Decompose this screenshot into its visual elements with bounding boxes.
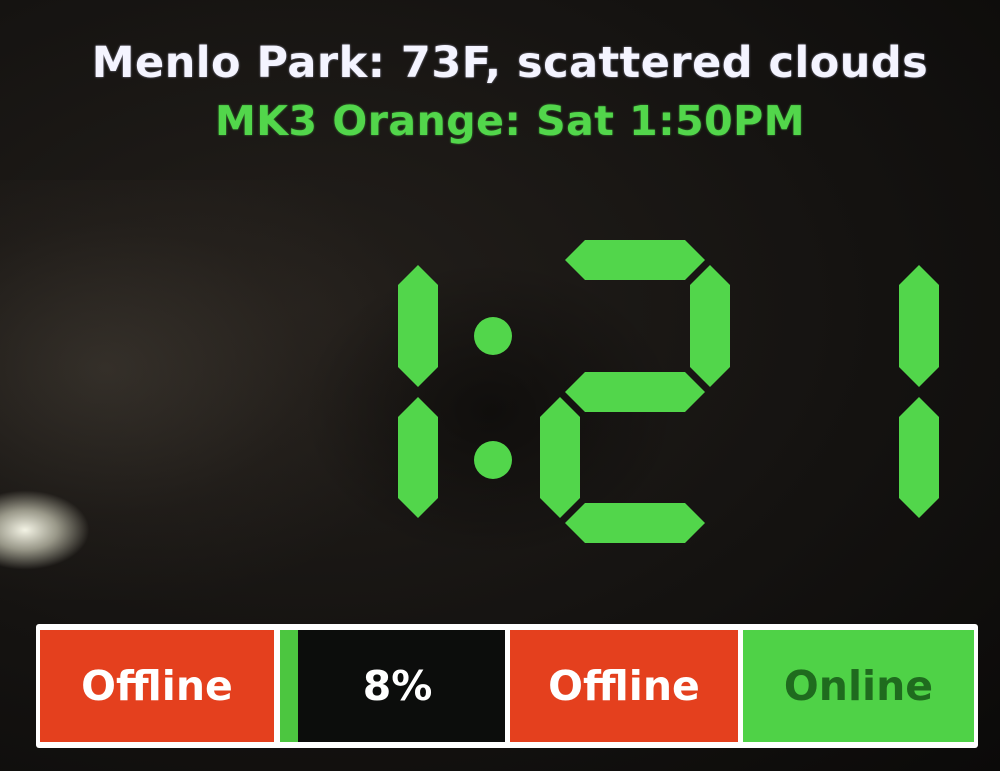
status-cell-1: Offline [40,630,274,742]
status-bar: Offline 8% Offline Online [36,624,978,748]
digit-3-segment-b [899,265,939,387]
progress-label: 8% [362,662,433,710]
digit-1-segment-c [398,397,438,518]
status-cell-4-label: Online [783,662,934,710]
digit-2-segment-e [540,397,580,518]
digit-2-segment-g [565,372,705,412]
colon-dot-1 [474,317,512,355]
status-cell-4: Online [743,630,974,742]
colon-dot-2 [474,441,512,479]
digit-2-segment-a [565,240,705,280]
status-cell-1-label: Offline [81,662,233,710]
status-cell-3: Offline [510,630,738,742]
status-cell-progress: 8% [280,630,505,742]
digit-2-segment-b [690,265,730,387]
digit-1-segment-b [398,265,438,387]
device-screen: Menlo Park: 73F, scattered clouds MK3 Or… [0,0,1000,771]
status-cell-3-label: Offline [548,662,700,710]
progress-fill [280,630,298,742]
digit-2-segment-d [565,503,705,543]
digit-3-segment-c [899,397,939,518]
